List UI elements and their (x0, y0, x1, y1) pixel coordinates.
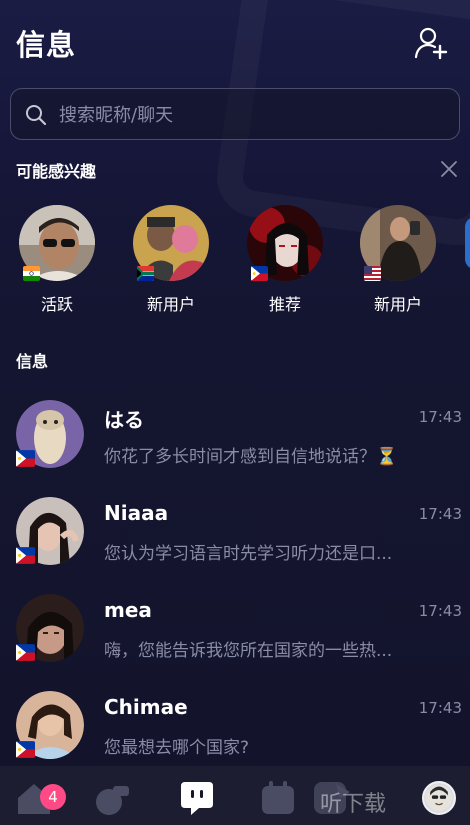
flag-philippines-icon (251, 266, 268, 281)
flag-usa-icon (364, 266, 381, 281)
suggested-user[interactable]: 新用户 (121, 205, 221, 315)
search-input[interactable] (57, 89, 441, 141)
watermark-text: 听下载 (320, 792, 387, 817)
search-icon (26, 105, 47, 126)
chat-row[interactable]: はる 17:43 你花了多长时间才感到自信地说话？⏳ (0, 400, 470, 496)
chat-row[interactable]: Niaaa 17:43 您认为学习语言时先学习听力还是口... (0, 497, 470, 593)
flag-philippines-icon (16, 450, 35, 467)
chat-preview: 嗨，您能告诉我您所在国家的一些热... (104, 641, 393, 661)
suggested-user-label: 新用户 (146, 295, 195, 314)
suggested-user-partial[interactable] (465, 217, 470, 269)
header: 信息 (0, 0, 470, 82)
bottom-tab-bar (0, 766, 470, 825)
suggested-users: 活跃 新用户 推荐 新用户 (0, 205, 470, 325)
chat-name: mea (104, 598, 152, 622)
suggested-user-label: 活跃 (40, 295, 73, 314)
home-notification-badge: 4 (40, 784, 66, 810)
flag-india-icon (23, 266, 40, 281)
page-title: 信息 (16, 28, 77, 62)
chat-preview: 您最想去哪个国家? (104, 738, 250, 758)
flag-philippines-icon (16, 547, 35, 564)
search-bar[interactable] (10, 88, 460, 141)
suggested-user-label: 推荐 (268, 295, 301, 314)
chat-name: はる (104, 408, 144, 432)
add-friend-icon[interactable] (414, 26, 448, 60)
chat-icon[interactable] (177, 778, 217, 818)
avatar (133, 205, 209, 281)
avatar (247, 205, 323, 281)
avatar (19, 205, 95, 281)
whistle-icon[interactable] (93, 778, 133, 818)
flag-south-africa-icon (137, 266, 154, 281)
chat-time: 17:43 (418, 699, 462, 717)
chat-time: 17:43 (418, 505, 462, 523)
chat-name: Niaaa (104, 501, 169, 525)
chat-name: Chimae (104, 695, 188, 719)
messages-title: 信息 (16, 352, 49, 371)
chat-time: 17:43 (418, 602, 462, 620)
profile-avatar[interactable] (422, 781, 456, 815)
messages-screen: 信息 可能感兴趣 (0, 0, 470, 825)
chat-preview: 您认为学习语言时先学习听力还是口... (104, 544, 393, 564)
suggested-user[interactable]: 推荐 (235, 205, 335, 315)
flag-philippines-icon (16, 644, 35, 661)
chat-time: 17:43 (418, 408, 462, 426)
chat-preview: 你花了多长时间才感到自信地说话？⏳ (104, 447, 398, 467)
flag-philippines-icon (16, 741, 35, 758)
avatar (360, 205, 436, 281)
suggested-user-label: 新用户 (373, 295, 422, 314)
close-icon[interactable] (440, 160, 458, 178)
suggestions-title: 可能感兴趣 (16, 162, 97, 181)
suggested-user[interactable]: 新用户 (348, 205, 448, 315)
chat-row[interactable]: mea 17:43 嗨，您能告诉我您所在国家的一些热... (0, 594, 470, 690)
suggested-user[interactable]: 活跃 (7, 205, 107, 315)
calendar-icon[interactable] (258, 778, 298, 818)
